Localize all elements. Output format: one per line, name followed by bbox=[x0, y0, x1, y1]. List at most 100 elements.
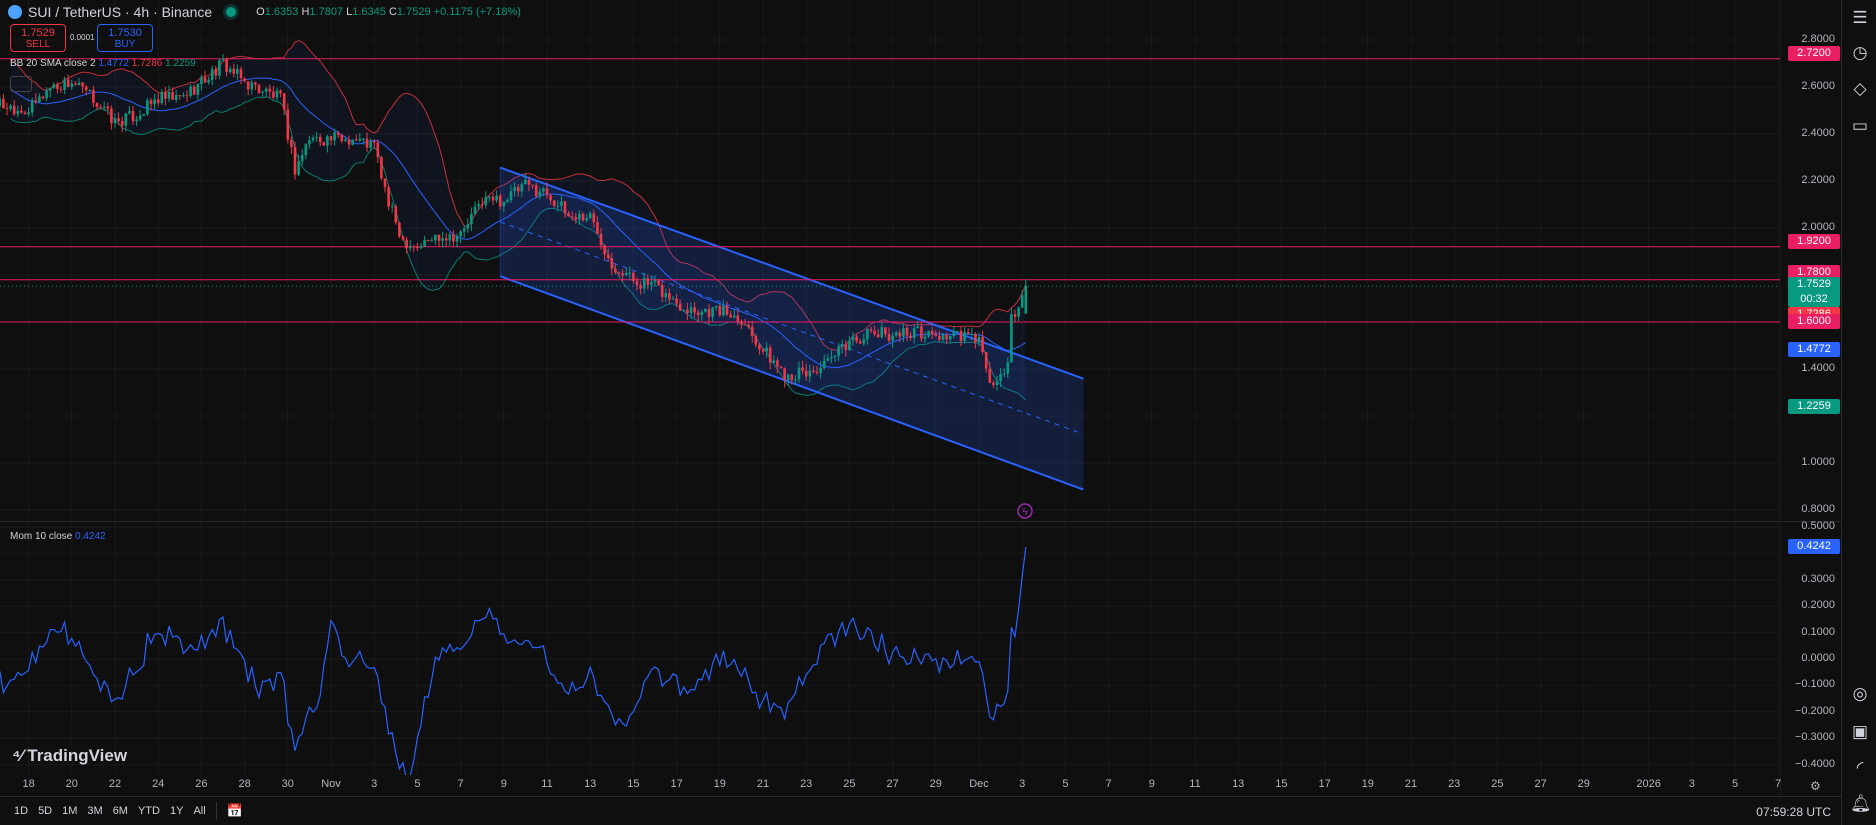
candle-body bbox=[228, 68, 232, 73]
candle-body bbox=[221, 58, 225, 61]
period-all[interactable]: All bbox=[193, 805, 205, 817]
candle-body bbox=[9, 105, 12, 109]
candle-body bbox=[5, 107, 9, 109]
period-ytd[interactable]: YTD bbox=[138, 805, 160, 817]
symbol-title[interactable]: SUI / TetherUS · 4h · Binance bbox=[28, 4, 212, 20]
candle-body bbox=[772, 360, 776, 363]
watchlist-icon[interactable]: ☰ bbox=[1850, 8, 1870, 28]
candle-body bbox=[336, 132, 340, 135]
collapse-legend-button[interactable] bbox=[10, 76, 32, 92]
axis-settings-icon[interactable]: ⚙ bbox=[1810, 779, 1821, 793]
candle-body bbox=[635, 280, 639, 286]
candle-body bbox=[862, 339, 866, 344]
candle-body bbox=[855, 336, 858, 342]
bell-icon[interactable]: 🔔︎ bbox=[1850, 794, 1872, 814]
period-3m[interactable]: 3M bbox=[87, 805, 102, 817]
logo-text: TradingView bbox=[27, 746, 128, 765]
candle-body bbox=[189, 86, 192, 96]
candle-body bbox=[1010, 314, 1013, 363]
mom-axis-label: −0.2000 bbox=[1794, 704, 1835, 717]
buy-button[interactable]: 1.7530 BUY bbox=[97, 24, 153, 52]
time-axis-label: 19 bbox=[713, 778, 726, 790]
period-1d[interactable]: 1D bbox=[14, 805, 28, 817]
mom-axis-label: 0.3000 bbox=[1801, 572, 1835, 585]
candle-body bbox=[1002, 373, 1006, 375]
period-1y[interactable]: 1Y bbox=[170, 805, 183, 817]
period-5d[interactable]: 5D bbox=[38, 805, 52, 817]
clock[interactable]: 07:59:28 UTC bbox=[1756, 805, 1831, 819]
candle-body bbox=[819, 367, 822, 373]
signal-icon[interactable]: ◜ bbox=[1850, 758, 1870, 778]
pane-divider[interactable] bbox=[0, 521, 1841, 522]
candle-body bbox=[930, 330, 934, 335]
time-axis-label: Dec bbox=[969, 778, 989, 790]
candle-body bbox=[59, 88, 63, 90]
period-6m[interactable]: 6M bbox=[113, 805, 128, 817]
candle-body bbox=[236, 69, 239, 74]
sell-button[interactable]: 1.7529 SELL bbox=[10, 24, 66, 52]
buy-label: BUY bbox=[114, 39, 136, 50]
bottom-toolbar: 1D 5D 1M 3M 6M YTD 1Y All 📅 07:59:28 UTC bbox=[0, 796, 1841, 825]
mom-legend[interactable]: Mom 10 close 0.4242 bbox=[10, 531, 106, 542]
candle-body bbox=[347, 139, 351, 145]
bb-legend[interactable]: BB 20 SMA close 2 1.4772 1.7286 1.2259 bbox=[10, 58, 196, 69]
goto-date-icon[interactable]: 📅 bbox=[227, 803, 243, 819]
tradingview-logo[interactable]: ⁴⁄ TradingView bbox=[12, 746, 127, 766]
candle-body bbox=[239, 69, 243, 79]
price-tag-value: 1.4772 bbox=[1797, 343, 1831, 355]
candle-body bbox=[207, 79, 210, 83]
candle-body bbox=[585, 218, 588, 221]
candle-body bbox=[27, 112, 30, 115]
candle-body bbox=[808, 370, 812, 377]
candle-body bbox=[408, 246, 412, 249]
candle-body bbox=[549, 195, 552, 201]
candle-body bbox=[372, 140, 376, 143]
alarm-clock-icon[interactable]: ◷ bbox=[1850, 43, 1870, 63]
momentum-chart[interactable] bbox=[0, 522, 1780, 775]
candle-body bbox=[167, 92, 171, 99]
mom-axis-label: 0.5000 bbox=[1801, 520, 1835, 532]
layers-icon[interactable]: ◇ bbox=[1850, 79, 1870, 99]
price-chart[interactable]: ϟ bbox=[0, 0, 1780, 521]
candle-body bbox=[689, 307, 693, 313]
candle-body bbox=[880, 327, 884, 338]
calendar-icon[interactable]: ▣ bbox=[1850, 722, 1870, 742]
time-axis-label: 3 bbox=[1019, 778, 1026, 790]
candle-body bbox=[776, 360, 779, 367]
candle-body bbox=[63, 79, 66, 90]
time-axis-label: 7 bbox=[1775, 778, 1782, 790]
candle-body bbox=[329, 136, 333, 141]
candle-body bbox=[729, 314, 732, 318]
candle-body bbox=[718, 305, 722, 316]
candle-body bbox=[48, 87, 52, 91]
time-axis[interactable]: 18 20 22 24 26 28 30 Nov 3 5 7 9 11 13 15 17 19 21 23 25 27 2… bbox=[0, 775, 1841, 795]
time-axis-label: 21 bbox=[1404, 778, 1418, 790]
price-tag-value: 1.7529 bbox=[1797, 278, 1831, 290]
target-icon[interactable]: ◎ bbox=[1850, 684, 1870, 704]
bar-countdown: 00:32 bbox=[1800, 293, 1828, 305]
candle-body bbox=[920, 326, 923, 339]
candle-body bbox=[790, 374, 794, 381]
candle-body bbox=[182, 95, 185, 97]
candle-body bbox=[578, 213, 581, 220]
candle-body bbox=[869, 329, 873, 331]
candle-body bbox=[81, 82, 84, 87]
price-tag: 1.9200 bbox=[1788, 234, 1840, 249]
chat-icon[interactable]: ▭ bbox=[1850, 116, 1870, 136]
period-1m[interactable]: 1M bbox=[62, 805, 77, 817]
time-axis-label: Nov bbox=[321, 778, 341, 790]
candle-body bbox=[628, 272, 632, 274]
candle-body bbox=[588, 213, 592, 219]
candle-body bbox=[437, 234, 441, 241]
candle-body bbox=[142, 114, 146, 116]
open-value: 1.6353 bbox=[264, 6, 299, 18]
candle-body bbox=[725, 305, 729, 315]
lightning-icon: ϟ bbox=[1022, 507, 1028, 518]
separator bbox=[215, 802, 217, 820]
candle-body bbox=[858, 341, 862, 344]
candle-body bbox=[138, 115, 142, 120]
time-axis-label: 29 bbox=[929, 778, 942, 790]
time-axis-label: 11 bbox=[541, 778, 553, 790]
candle-body bbox=[804, 370, 808, 377]
candle-body bbox=[41, 96, 45, 99]
